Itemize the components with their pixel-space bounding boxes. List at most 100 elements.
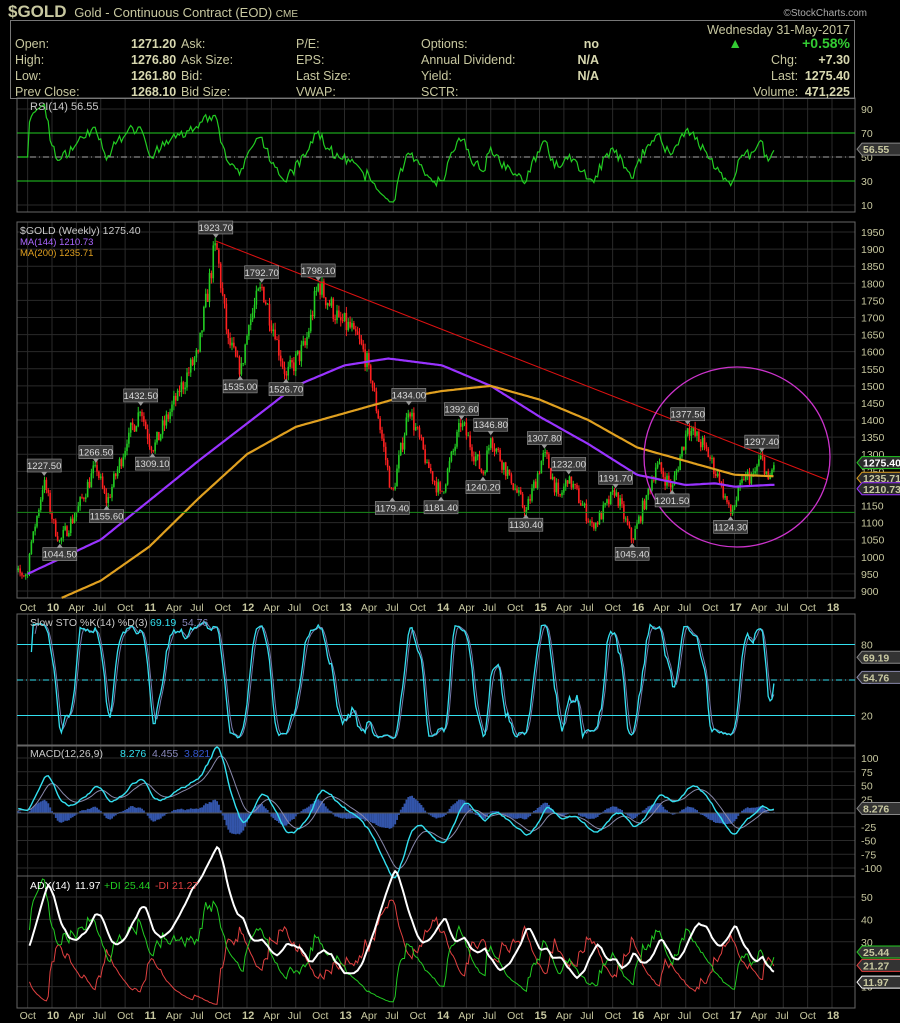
macd-histogram-bar [105,813,108,819]
options-value: no [583,37,599,51]
price-annotation-label: 1923.70 [199,223,233,234]
price-candle-body [495,448,498,452]
last-label: Last: [771,69,799,83]
macd-histogram-bar [317,799,320,814]
rsi-last-value: 56.55 [863,144,889,156]
date-tick-label: Oct [410,602,426,614]
price-candle-body [156,431,158,443]
macd-histogram-bar [591,813,593,819]
date-tick-label: Jul [385,1010,398,1022]
annotation-pointer [237,375,244,380]
macd-histogram-bar [152,813,155,822]
price-candle-body [86,481,89,498]
rsi-tick-label: 10 [861,200,873,212]
price-candle-body [557,482,560,495]
minus-di-line [29,899,775,1005]
macd-histogram-bar [373,813,376,824]
price-candle-body [79,497,81,507]
price-candle-body [141,412,143,417]
price-candle-body [302,341,305,345]
macd-histogram-bar [39,801,42,814]
price-candle-body [409,413,411,417]
macd-histogram-bar [690,807,693,814]
price-candle-body [506,469,509,477]
price-candle-body [319,284,321,295]
macd-histogram-bar [336,813,338,817]
annotation-pointer [565,470,572,475]
pdi-last: 25.44 [863,947,889,959]
price-candle-body [651,480,653,491]
price-candle-body [113,473,115,487]
up-arrow-icon: ▲ [728,35,743,51]
price-candle-body [34,526,36,532]
macd-histogram-bar [390,813,393,829]
macd-histogram-bar [583,813,586,817]
date-tick-label: 18 [827,602,839,614]
price-tick-label: 1850 [861,261,885,273]
date-tick-label: Oct [117,602,133,614]
price-candle-body [88,481,91,488]
date-tick-label: Jul [775,602,788,614]
price-candle-body [208,273,211,302]
price-candle-body [431,471,434,482]
pct-change: +0.58% [802,35,850,51]
brand-watermark: ©StockCharts.com [783,8,867,19]
price-candle-body [583,503,586,506]
macd-histogram-bar [401,806,404,814]
price-candle-body [519,490,522,495]
rsi-legend: RSI(14) 56.55 [30,101,98,113]
price-candle-body [381,429,383,439]
price-candle-body [186,372,188,388]
macd-histogram-bar [692,807,695,814]
price-candle-body [17,568,20,570]
price-candle-body [178,390,181,393]
date-tick-label: Oct [410,1010,426,1022]
price-tick-label: 1050 [861,535,885,547]
macd-histogram-bar [240,813,243,833]
price-tick-label: 1950 [861,227,885,239]
price-candle-body [478,454,481,469]
price-candle-body [317,284,320,291]
annotation-pointer [389,497,396,502]
price-candle-body [96,465,98,472]
date-tick-label: Apr [751,1010,768,1022]
price-candle-body [360,338,363,344]
price-candle-body [28,554,31,574]
date-tick-label: Oct [20,1010,36,1022]
sto-k-last: 69.19 [863,652,889,664]
price-candle-body [435,481,438,493]
macd-histogram-bar [521,813,524,819]
price-candle-body [366,353,368,367]
price-annotation-label: 1798.10 [301,266,335,277]
macd-tick-label: -75 [861,849,876,861]
price-annotation-label: 1130.40 [509,520,543,531]
macd-histogram-bar [456,801,458,814]
price-candle-body [45,479,48,490]
price-candle-body [756,465,758,472]
macd-histogram-bar [405,799,408,814]
annotation-pointer [629,543,636,548]
macd-histogram-bar [244,813,247,827]
price-candle-body [523,506,526,513]
price-tick-label: 1100 [861,518,884,530]
macd-histogram-bar [714,813,717,823]
price-candle-body [761,455,764,458]
price-candle-body [718,473,721,482]
annotation-pointer [258,278,265,283]
price-candle-body [452,450,455,452]
price-candle-body [195,350,198,358]
price-candle-body [763,457,766,474]
price-candle-body [733,505,736,510]
price-candle-body [69,518,72,534]
price-candle-body [152,450,155,452]
date-tick-label: 10 [47,1010,59,1022]
price-candle-body [555,482,558,493]
price-annotation-label: 1526.70 [269,385,303,396]
macd-histogram-bar [272,813,275,819]
macd-histogram-bar [660,804,663,814]
macd-histogram-bar [90,807,93,814]
date-tick-label: Oct [605,1010,621,1022]
price-candle-body [564,480,567,487]
price-candle-body [84,497,87,499]
macd-histogram-bar [322,803,325,814]
